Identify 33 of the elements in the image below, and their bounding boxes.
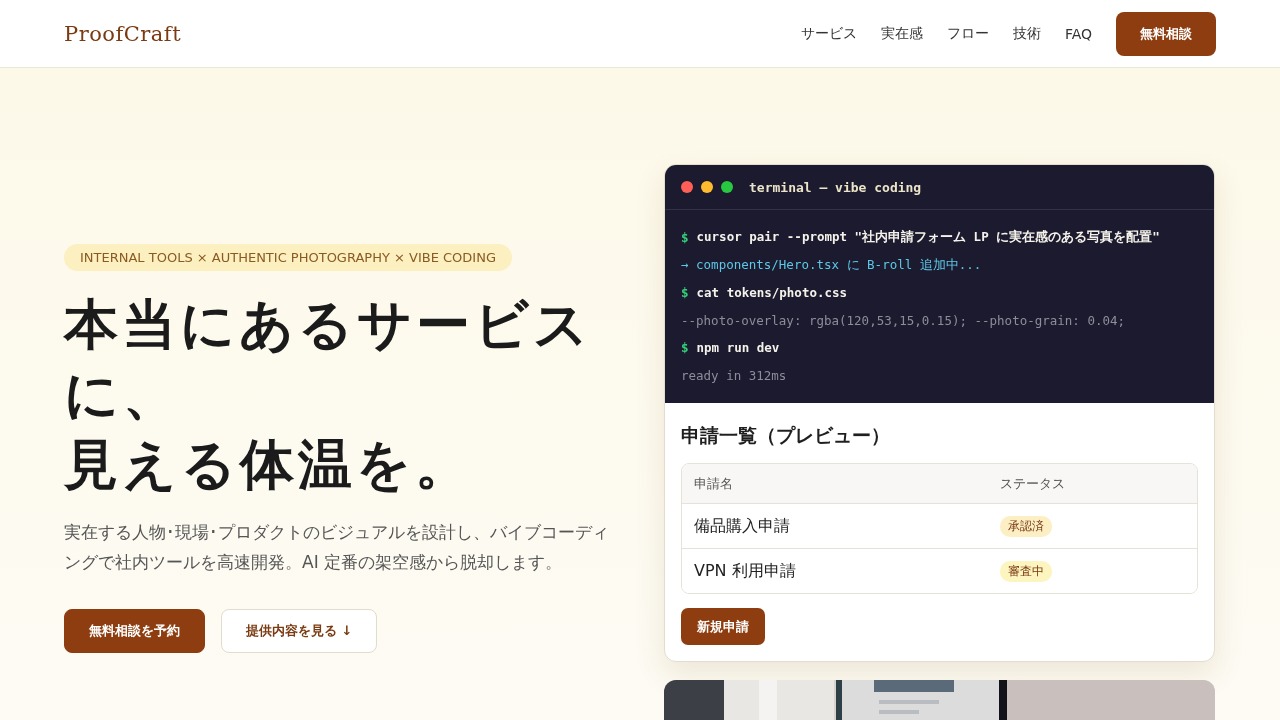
nav-link[interactable]: FAQ xyxy=(1064,25,1092,42)
column-header: ステータス xyxy=(1000,474,1066,493)
nav-link[interactable]: フロー xyxy=(946,24,989,43)
prompt-symbol: $ xyxy=(681,230,689,246)
close-dot-icon xyxy=(681,181,693,193)
new-request-button[interactable]: 新規申請 xyxy=(681,608,765,645)
terminal-output: ready in 312ms xyxy=(681,367,787,383)
terminal-output: → components/Hero.tsx に B-roll 追加中... xyxy=(681,256,982,274)
consultation-button[interactable]: 無料相談 xyxy=(1116,11,1216,56)
services-button[interactable]: 提供内容を見る ↓ xyxy=(221,609,378,653)
terminal-command: cat tokens/photo.css xyxy=(696,285,848,301)
table-cell-text: VPN 利用申請 xyxy=(694,560,797,582)
maximize-dot-icon xyxy=(721,181,733,193)
terminal-output: --photo-overlay: rgba(120,53,15,0.15); --photo-grain: 0.04; xyxy=(681,312,1125,328)
reserve-button[interactable]: 無料相談を予約 xyxy=(64,609,205,653)
lead-text: 実在する人物･現場･プロダクトのビジュアルを設計し、バイブコーディングで社内ツールを高速開発。AI 定番の架空感から脱却します。 xyxy=(64,521,610,574)
minimize-dot-icon xyxy=(701,181,713,193)
column-header: 申請名 xyxy=(694,474,734,493)
status-badge: 承認済 xyxy=(1000,515,1052,537)
nav-link[interactable]: 実在感 xyxy=(880,24,923,43)
nav-link[interactable]: サービス xyxy=(800,24,857,43)
preview-title: 申請一覧（プレビュー） xyxy=(681,423,891,448)
status-badge: 審査中 xyxy=(1000,560,1052,582)
prompt-symbol: $ xyxy=(681,285,689,301)
headline: 本当にあるサービス に、 見える体温を。 xyxy=(64,291,592,498)
eyebrow-tag: INTERNAL TOOLS × AUTHENTIC PHOTOGRAPHY × VIBE CODING xyxy=(64,244,512,271)
table-cell-text: 備品購入申請 xyxy=(694,515,791,537)
terminal-command: cursor pair --prompt "社内申請フォーム LP に実在感のある写真を配置" xyxy=(696,229,1160,247)
terminal-title: terminal — vibe coding xyxy=(749,179,922,195)
logo[interactable]: ProofCraft xyxy=(64,21,182,46)
nav-link[interactable]: 技術 xyxy=(1012,24,1041,43)
terminal-command: npm run dev xyxy=(696,340,780,356)
prompt-symbol: $ xyxy=(681,340,689,356)
